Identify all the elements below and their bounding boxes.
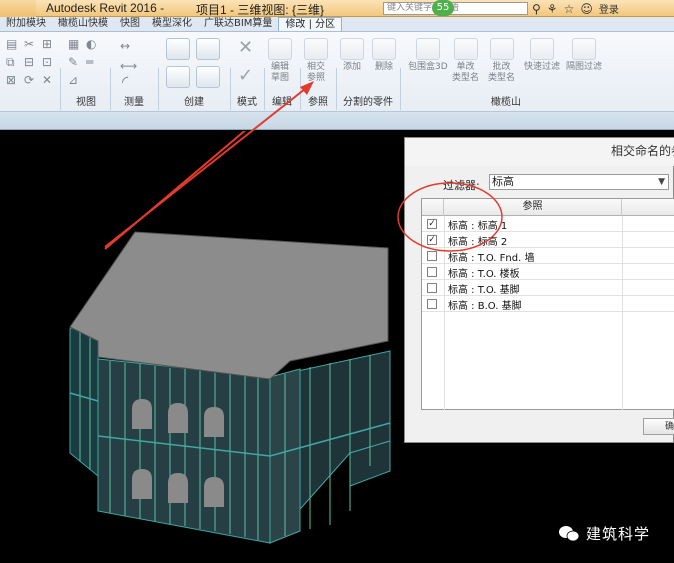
intersect-ref-icon — [304, 38, 328, 60]
highlight-ellipse — [397, 182, 503, 252]
row-label: 标高 : T.O. 楼板 — [448, 269, 520, 280]
hide-icon[interactable]: ◐ — [86, 38, 96, 50]
hide-filter-label: 隔图过滤 — [566, 62, 603, 72]
binoculars-icon[interactable]: ⚲ — [532, 2, 541, 16]
tab-kuaitu[interactable]: 快图 — [114, 17, 146, 31]
notification-badge[interactable]: 55 — [432, 0, 454, 16]
star-icon[interactable]: ☆ — [564, 2, 575, 16]
cut-icon[interactable]: ✂ — [24, 38, 34, 50]
quick-access-toolbar[interactable] — [0, 0, 36, 17]
table-row[interactable]: 标高 : B.O. 基脚 — [422, 296, 674, 312]
panel-divider — [60, 68, 61, 110]
tab-addins[interactable]: 附加模块 — [0, 17, 52, 31]
row-checkbox[interactable] — [427, 299, 437, 309]
box-3d-icon — [415, 38, 440, 60]
paste-icon[interactable]: ▤ — [6, 38, 17, 50]
row-checkbox[interactable] — [427, 283, 437, 293]
batch-type-name-button[interactable]: 批改 类型名 — [488, 38, 515, 84]
hide-filter-icon — [572, 38, 596, 60]
dim-icon[interactable]: ⊿ — [68, 74, 78, 86]
ribbon-extension — [612, 32, 674, 112]
add-icon — [340, 38, 364, 60]
create-similar-button[interactable] — [166, 38, 190, 62]
unit-type-name-label: 单改 类型名 — [452, 62, 480, 83]
ok-button[interactable]: 确 — [643, 418, 674, 435]
delete-small-icon[interactable]: ✕ — [42, 74, 52, 86]
create-group-button[interactable] — [196, 38, 220, 62]
login-link[interactable]: 登录 — [599, 1, 619, 16]
align-icon[interactable]: ⊟ — [24, 56, 34, 68]
delete-button[interactable]: 删除 — [372, 38, 396, 73]
quick-filter-button[interactable]: 快速过滤 — [524, 38, 560, 73]
create-similar-icon — [166, 38, 190, 60]
join-icon[interactable]: ⊞ — [42, 38, 52, 50]
edit-sketch-icon — [268, 38, 292, 60]
table-row[interactable]: 标高 : T.O. 基脚 — [422, 280, 674, 296]
unit-type-name-button[interactable]: 单改 类型名 — [452, 38, 479, 84]
subscription-icon[interactable]: ⚘ — [547, 2, 558, 16]
delete-label: 删除 — [374, 62, 393, 72]
panel-label-ganlanshan: 橄榄山 — [491, 97, 521, 108]
tab-ganlanshan[interactable]: 橄榄山快模 — [52, 17, 114, 31]
batch-type-name-label: 批改 类型名 — [488, 62, 516, 83]
mirror-icon[interactable]: ⊠ — [6, 74, 16, 86]
line-icon[interactable]: ═ — [86, 56, 93, 68]
project-title: 项目1 - 三维视图: {三维} — [196, 3, 325, 17]
group-icon — [196, 38, 220, 60]
watermark: 建筑科学 — [558, 523, 650, 544]
annotation-arrow — [104, 81, 314, 248]
batch-rename-icon — [489, 38, 514, 60]
offset-icon[interactable]: ⊡ — [42, 56, 52, 68]
dialog-title: 相交命名的参照 — [405, 138, 674, 166]
panel-label-divided-parts: 分割的零件 — [343, 97, 393, 108]
dimension-icon[interactable]: ⟷ — [120, 60, 137, 72]
ribbon-tab-row: 附加模块 橄榄山快模 快图 模型深化 广联达BIM算量 修改 | 分区 — [0, 17, 674, 32]
row-checkbox[interactable] — [427, 267, 437, 277]
rename-icon — [453, 38, 478, 60]
tab-glodon[interactable]: 广联达BIM算量 — [198, 17, 278, 31]
add-label: 添加 — [342, 62, 361, 72]
rotate-icon[interactable]: ⟳ — [24, 74, 34, 86]
watermark-text: 建筑科学 — [586, 525, 651, 543]
search-input[interactable]: 键入关键字或短语 — [383, 2, 528, 15]
app-title: Autodesk Revit 2016 - — [46, 1, 165, 15]
filter-icon — [530, 38, 554, 60]
titlebar-icons: ⚲ ⚘ ☆ ☺ 登录 — [532, 0, 619, 17]
tab-model-deepen[interactable]: 模型深化 — [146, 17, 198, 31]
title-bar: Autodesk Revit 2016 - 项目1 - 三维视图: {三维} 键… — [0, 0, 674, 17]
hide-filter-button[interactable]: 隔图过滤 — [566, 38, 602, 73]
measure-icon[interactable]: ↔ — [120, 40, 130, 52]
filter-dropdown[interactable]: 标高 ▼ — [489, 174, 669, 190]
copy-icon[interactable]: ⧉ — [6, 56, 15, 68]
wechat-logo-icon — [559, 525, 580, 541]
quick-3d-button[interactable]: 包围盒3D — [408, 38, 448, 73]
row-label: 标高 : B.O. 基脚 — [448, 301, 522, 312]
paint-icon[interactable]: ✎ — [68, 56, 78, 68]
cancel-icon[interactable]: ✕ — [238, 39, 253, 57]
add-button[interactable]: 添加 — [340, 38, 364, 73]
tab-modify-zone[interactable]: 修改 | 分区 — [278, 17, 343, 31]
delete-icon — [372, 38, 396, 60]
row-label: 标高 : T.O. 基脚 — [448, 285, 520, 296]
view-icon[interactable]: ▦ — [68, 38, 79, 50]
table-row[interactable]: 标高 : T.O. 楼板 — [422, 264, 674, 280]
quick-filter-label: 快速过滤 — [524, 62, 561, 72]
chevron-down-icon: ▼ — [658, 177, 665, 187]
user-icon[interactable]: ☺ — [580, 2, 593, 16]
quick-3d-label: 包围盒3D — [408, 62, 448, 72]
